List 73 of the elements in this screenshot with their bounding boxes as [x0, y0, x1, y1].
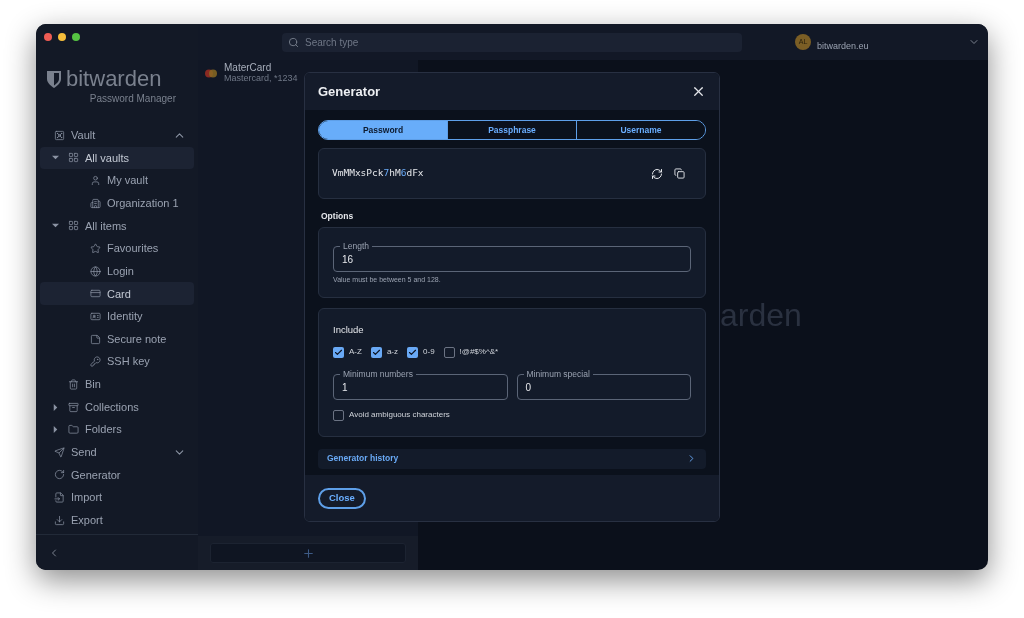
maximize-window-icon[interactable] [72, 33, 80, 41]
id-card-icon [90, 310, 101, 322]
globe-icon [90, 265, 101, 277]
password-text: VmMMxsPck7hM6dFx [332, 166, 424, 181]
user-icon [90, 175, 101, 187]
key-icon [90, 356, 101, 368]
logo-subtitle: Password Manager [89, 92, 176, 106]
note-icon [90, 333, 101, 345]
generator-history-row[interactable]: Generator history [318, 448, 706, 469]
checkbox[interactable] [443, 346, 455, 358]
send-icon [54, 446, 65, 458]
sidebar-item[interactable]: Collections [40, 395, 194, 419]
caret-icon[interactable] [52, 426, 59, 434]
sidebar-item[interactable]: Secure note [40, 327, 194, 351]
mastercard-icon [204, 68, 218, 78]
sidebar-item[interactable]: Send [40, 440, 194, 464]
tab[interactable]: Password [319, 121, 447, 139]
section-label: Options [320, 210, 355, 223]
caret-icon[interactable] [52, 403, 59, 411]
sidebar-item[interactable]: Folders [40, 418, 194, 441]
sidebar-item[interactable]: Card [40, 282, 194, 306]
checkbox-label: A-Z [349, 346, 362, 358]
sidebar-item[interactable]: Generator [40, 463, 194, 487]
caret-icon[interactable] [52, 154, 59, 162]
copy-icon[interactable] [674, 168, 685, 179]
grid-icon [68, 152, 79, 164]
sidebar-item[interactable]: Identity [40, 305, 194, 328]
generator-icon [54, 469, 65, 481]
account-server: bitwarden.eu [817, 40, 869, 54]
sidebar-item[interactable]: Import [40, 486, 194, 509]
refresh-icon[interactable] [651, 167, 663, 180]
caret-icon[interactable] [52, 222, 59, 230]
search-field[interactable]: Search type [282, 32, 742, 52]
close-button[interactable]: Close [318, 487, 366, 509]
logo-text: bitwarden [66, 68, 162, 90]
folder-icon [68, 424, 79, 436]
checkbox[interactable] [370, 346, 382, 358]
checkbox-label: a-z [386, 346, 398, 358]
checkbox[interactable] [407, 346, 418, 358]
close-window-icon[interactable] [44, 33, 52, 41]
grid-icon [68, 220, 79, 232]
sidebar-item[interactable]: All vaults [40, 146, 194, 170]
import-icon [54, 492, 65, 504]
sidebar-item[interactable]: SSH key [40, 350, 194, 374]
checkbox-label: Avoid ambiguous characters [349, 409, 450, 421]
download-icon [54, 514, 65, 526]
sidebar-item[interactable]: Organization 1 [40, 191, 194, 215]
search-icon [288, 36, 299, 48]
star-icon [90, 243, 101, 254]
sidebar-item[interactable]: Favourites [40, 237, 194, 260]
sidebar-item[interactable]: My vault [40, 169, 194, 192]
tab[interactable]: Username [576, 121, 705, 139]
close-icon[interactable] [691, 84, 706, 99]
sidebar-item[interactable]: Vault [40, 124, 194, 147]
trash-icon [68, 378, 79, 390]
item-subtitle: Mastercard, *1234 [224, 73, 298, 84]
checkbox[interactable] [333, 409, 344, 421]
checkbox-label: 0-9 [423, 346, 435, 358]
card-icon [90, 288, 101, 300]
checkbox-label: !@#$%^&* [459, 346, 499, 358]
item-title: MaterCard [224, 62, 273, 73]
archive-icon [68, 401, 79, 413]
minimize-window-icon[interactable] [58, 33, 66, 41]
building-icon [90, 197, 101, 209]
plus-icon [301, 546, 315, 560]
sidebar-item[interactable]: Login [40, 259, 194, 283]
sidebar-item[interactable]: Export [40, 508, 194, 532]
sidebar-item[interactable]: Bin [40, 373, 194, 396]
sidebar-item[interactable]: All items [40, 214, 194, 238]
section-label: Include [333, 322, 365, 337]
vault-icon [54, 129, 65, 141]
checkbox[interactable] [333, 346, 344, 358]
shield-icon [46, 69, 62, 89]
